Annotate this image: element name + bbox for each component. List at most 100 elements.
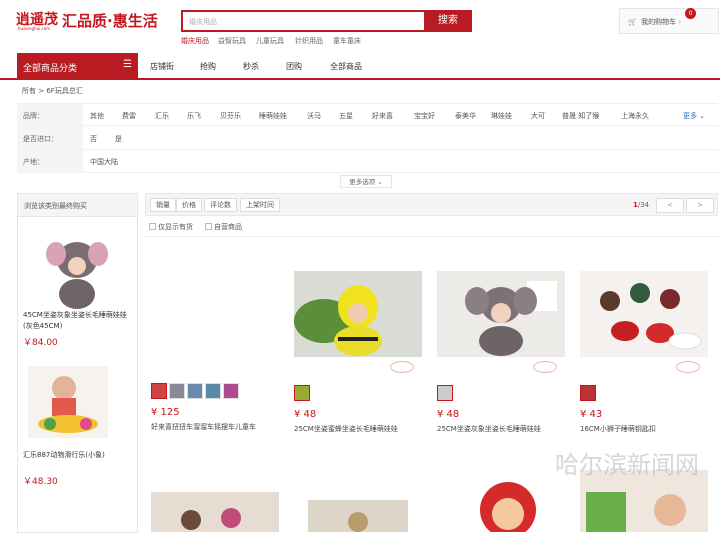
more-options-button[interactable]: 更多选项 ⌄ — [340, 175, 392, 188]
sidebar-item-price: ￥48.30 — [23, 477, 58, 487]
brand-option[interactable]: 汇乐 — [155, 111, 169, 121]
sort-sales[interactable]: 销量 — [150, 198, 176, 212]
menu-icon: ☰ — [123, 59, 132, 70]
page-indicator: 1/34 — [633, 201, 650, 209]
category-label: 全部商品分类 — [23, 64, 78, 74]
filter-option[interactable]: 否 — [90, 134, 97, 144]
thumb[interactable] — [437, 385, 453, 401]
product-title[interactable]: 25CM坐姿灰象坐姿长毛睡萌娃娃 — [437, 424, 565, 434]
brand-option[interactable]: 费雷 — [122, 111, 136, 121]
filter-label: 品牌： — [17, 104, 83, 127]
sort-newest[interactable]: 上架时间 — [240, 198, 280, 212]
hot-link[interactable]: 婚庆用品 — [181, 36, 209, 46]
brand-option[interactable]: 乐飞 — [187, 111, 201, 121]
hot-link[interactable]: 童车童床 — [333, 36, 361, 46]
thumb[interactable] — [151, 383, 167, 399]
nav-item[interactable]: 全部商品 — [330, 61, 362, 72]
filter-brand: 品牌： 更多 ⌄ 其他 费雷 汇乐 乐飞 贝芬乐 睡萌娃娃 沃马 五星 好来喜 宝宝好 泰美华 琳娃娃… — [17, 103, 718, 127]
cart-count-badge: 0 — [685, 8, 696, 19]
search-button[interactable]: 搜索 — [424, 10, 472, 32]
product-image[interactable] — [308, 500, 408, 532]
nav-item[interactable]: 秒杀 — [243, 61, 259, 72]
sort-toolbar: 销量 价格 评论数 上架时间 1/34 < > — [145, 193, 718, 216]
thumb[interactable] — [223, 383, 239, 399]
filter-checks: 仅显示有货 自营商品 — [145, 217, 718, 237]
sidebar-item-title[interactable]: 汇乐887动物滑行乐(小象) — [23, 450, 105, 460]
sidebar-title: 浏览该类别最终购买 — [18, 194, 137, 217]
product-card[interactable]: ¥ 48 25CM坐姿灰象坐姿长毛睡萌娃娃 — [437, 271, 565, 434]
product-title[interactable]: 好来喜扭扭车溜溜车摇摆车儿童车 — [151, 422, 256, 432]
brand-option[interactable]: 泰美华 — [455, 111, 476, 121]
cart-label: 我的购物车 — [641, 18, 677, 26]
brand-option[interactable]: 宝宝好 — [414, 111, 435, 121]
nav-item[interactable]: 团购 — [286, 61, 302, 72]
brand-stamp-icon — [533, 361, 557, 373]
cart-button[interactable]: 🛒 我的购物车 › — [619, 8, 719, 34]
thumb[interactable] — [205, 383, 221, 399]
brand-option[interactable]: 普晟 知了猴 — [562, 111, 599, 121]
product-card[interactable]: ¥ 125 好来喜扭扭车溜溜车摇摆车儿童车 — [151, 383, 256, 432]
recommend-sidebar: 浏览该类别最终购买 45CM坐姿灰象坐姿长毛睡萌娃娃(灰色45CM) ￥84.0… — [17, 193, 138, 533]
nav-item[interactable]: 店铺街 — [150, 61, 174, 72]
breadcrumb-sep: > — [38, 87, 45, 95]
filter-label: 是否进口： — [17, 127, 83, 150]
breadcrumb-root[interactable]: 所有 — [22, 87, 36, 95]
product-title[interactable]: 16CM小狮子睡萌钥匙扣 — [580, 424, 708, 434]
prev-page-button[interactable]: < — [656, 198, 684, 213]
brand-stamp-icon — [676, 361, 700, 373]
all-categories-menu[interactable]: 全部商品分类 ☰ — [17, 53, 138, 79]
brand-option[interactable]: 沃马 — [307, 111, 321, 121]
product-image-lion-keychain[interactable] — [580, 271, 708, 357]
filter-label: 产地： — [17, 150, 83, 173]
product-price: ¥ 43 — [580, 409, 603, 420]
brand-option[interactable]: 大可 — [531, 111, 545, 121]
filter-option[interactable]: 是 — [115, 134, 122, 144]
thumb[interactable] — [580, 385, 596, 401]
hot-link[interactable]: 针织用品 — [295, 36, 323, 46]
sort-price[interactable]: 价格 — [176, 198, 202, 212]
thumb[interactable] — [169, 383, 185, 399]
product-image[interactable] — [151, 492, 279, 532]
chevron-right-icon: › — [678, 18, 682, 26]
sidebar-item-price: ￥84.00 — [23, 338, 58, 348]
filter-import: 是否进口： 否 是 — [17, 127, 718, 150]
product-card[interactable]: ¥ 48 25CM坐姿蜜蜂坐姿长毛睡萌娃娃 — [294, 271, 422, 434]
breadcrumb: 所有 > 6F玩具总汇 — [22, 86, 83, 96]
brand-option[interactable]: 贝芬乐 — [220, 111, 241, 121]
brand-option[interactable]: 好来喜 — [372, 111, 393, 121]
thumb[interactable] — [294, 385, 310, 401]
sidebar-item-title[interactable]: 45CM坐姿灰象坐姿长毛睡萌娃娃(灰色45CM) — [23, 310, 133, 332]
brand-option[interactable]: 五星 — [339, 111, 353, 121]
product-price: ¥ 48 — [294, 409, 317, 420]
product-image-baby-toy[interactable] — [28, 366, 108, 438]
product-image-bee-doll[interactable] — [294, 271, 422, 357]
brand-option[interactable]: 上海永久 — [621, 111, 649, 121]
search-input[interactable]: 婚庆用品 — [181, 10, 424, 32]
product-image-elephant-doll[interactable] — [437, 271, 565, 357]
filter-option[interactable]: 中国大陆 — [90, 157, 118, 167]
thumb[interactable] — [187, 383, 203, 399]
color-thumbnails — [151, 383, 256, 401]
product-image[interactable] — [458, 470, 558, 532]
filter-origin: 产地： 中国大陆 — [17, 150, 718, 173]
hot-link[interactable]: 益智玩具 — [218, 36, 246, 46]
product-title[interactable]: 25CM坐姿蜜蜂坐姿长毛睡萌娃娃 — [294, 424, 422, 434]
product-image-elephant-doll[interactable] — [42, 232, 112, 312]
self-operated-checkbox[interactable]: 自营商品 — [205, 222, 242, 232]
product-price: ¥ 125 — [151, 407, 180, 418]
product-price: ¥ 48 — [437, 409, 460, 420]
sort-reviews[interactable]: 评论数 — [204, 198, 237, 212]
hot-link[interactable]: 儿童玩具 — [256, 36, 284, 46]
brand-option[interactable]: 其他 — [90, 111, 104, 121]
product-card[interactable]: ¥ 43 16CM小狮子睡萌钥匙扣 — [580, 271, 708, 434]
watermark: 哈尔滨新闻网 — [555, 451, 699, 479]
nav-divider — [0, 78, 720, 80]
cart-icon: 🛒 — [628, 18, 637, 26]
in-stock-checkbox[interactable]: 仅显示有货 — [149, 222, 193, 232]
nav-item[interactable]: 抢购 — [200, 61, 216, 72]
brand-more-button[interactable]: 更多 ⌄ — [683, 111, 705, 121]
brand-option[interactable]: 琳娃娃 — [491, 111, 512, 121]
next-page-button[interactable]: > — [686, 198, 714, 213]
slogan: 汇品质·惠生活 — [62, 12, 158, 30]
brand-option[interactable]: 睡萌娃娃 — [259, 111, 287, 121]
